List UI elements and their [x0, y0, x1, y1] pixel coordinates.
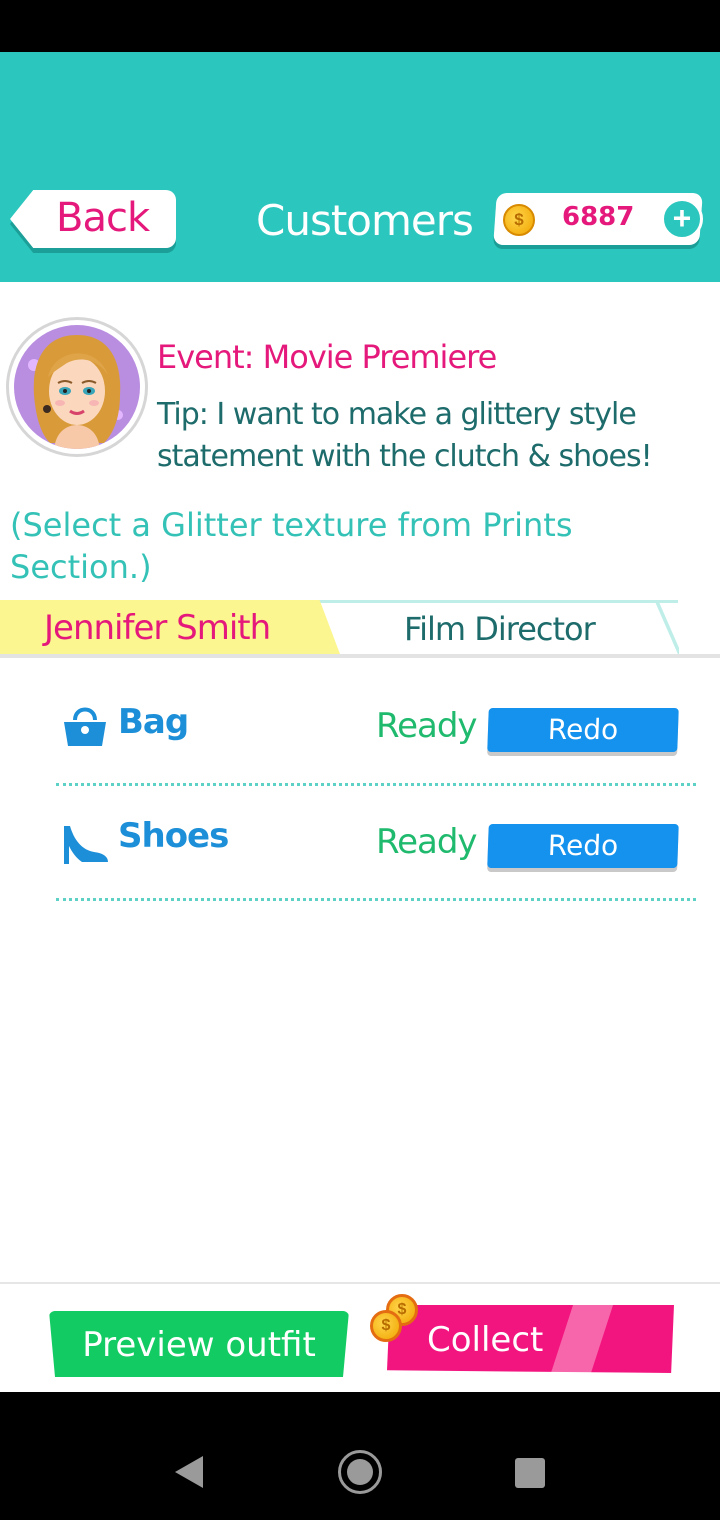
- item-label: Bag: [118, 702, 189, 742]
- status-bar: [0, 0, 720, 52]
- add-coins-button[interactable]: +: [661, 198, 703, 240]
- list-item: Shoes Ready Redo: [0, 796, 720, 896]
- back-button-label[interactable]: Back: [56, 195, 150, 241]
- role-tab-edge: [655, 600, 679, 655]
- coin-icon: $: [503, 204, 535, 236]
- preview-outfit-button[interactable]: Preview outfit: [49, 1311, 349, 1377]
- customer-portrait-icon: [28, 335, 123, 449]
- event-title: Event: Movie Premiere: [157, 338, 497, 376]
- nav-home-inner: [347, 1459, 373, 1485]
- row-divider: [56, 783, 696, 786]
- customer-name: Jennifer Smith: [44, 608, 271, 648]
- item-status: Ready: [376, 822, 478, 862]
- nav-back-icon[interactable]: [175, 1456, 203, 1488]
- tab-divider: [0, 654, 720, 658]
- redo-button[interactable]: Redo: [487, 824, 679, 868]
- customer-tip: Tip: I want to make a glittery style sta…: [157, 397, 653, 474]
- coin-balance: 6887: [562, 202, 635, 232]
- item-status: Ready: [376, 706, 478, 746]
- list-item: Bag Ready Redo: [0, 680, 720, 780]
- collect-reward-button[interactable]: Collect Reward: [387, 1305, 674, 1373]
- page-title: Customers: [256, 196, 474, 245]
- high-heel-shoe-icon: [64, 826, 108, 864]
- instruction-text: (Select a Glitter texture from Prints Se…: [10, 506, 573, 586]
- row-divider: [56, 898, 696, 901]
- handbag-icon: [64, 707, 106, 746]
- nav-recents-icon[interactable]: [515, 1458, 545, 1488]
- item-label: Shoes: [118, 816, 229, 856]
- coin-icon: $: [370, 1310, 402, 1342]
- customer-avatar: [9, 300, 145, 454]
- customer-role: Film Director: [404, 610, 596, 648]
- redo-button[interactable]: Redo: [487, 708, 679, 752]
